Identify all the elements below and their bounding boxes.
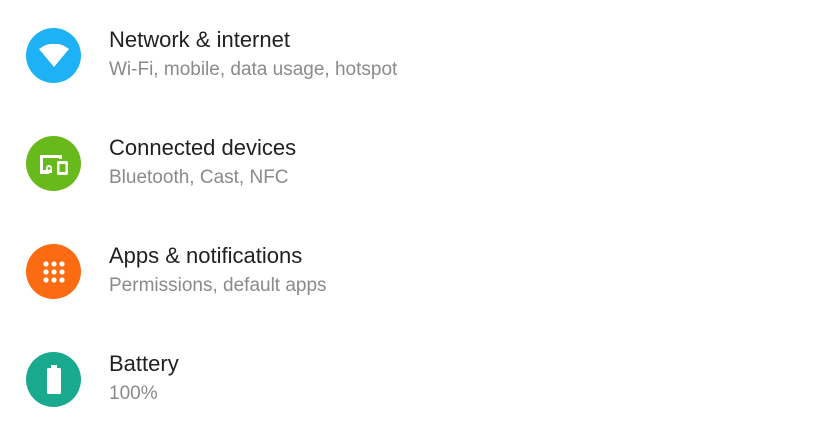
network-icon-circle bbox=[26, 28, 81, 83]
settings-item-subtitle: Permissions, default apps bbox=[109, 275, 327, 296]
wifi-icon bbox=[38, 43, 70, 68]
settings-item-subtitle: Wi-Fi, mobile, data usage, hotspot bbox=[109, 59, 398, 80]
connected-devices-icon-circle bbox=[26, 136, 81, 191]
settings-list: Network & internet Wi-Fi, mobile, data u… bbox=[0, 0, 822, 440]
apps-icon-circle bbox=[26, 244, 81, 299]
apps-grid-icon bbox=[42, 260, 66, 284]
devices-icon bbox=[38, 151, 70, 177]
settings-item-title: Battery bbox=[109, 351, 179, 376]
settings-item-title: Connected devices bbox=[109, 135, 297, 160]
settings-item-title: Apps & notifications bbox=[109, 243, 303, 268]
settings-item-network[interactable]: Network & internet Wi-Fi, mobile, data u… bbox=[0, 2, 822, 110]
battery-icon bbox=[46, 364, 62, 395]
settings-item-battery[interactable]: Battery 100% bbox=[0, 326, 822, 434]
settings-item-subtitle: Bluetooth, Cast, NFC bbox=[109, 167, 289, 188]
battery-icon-circle bbox=[26, 352, 81, 407]
settings-item-apps-notifications[interactable]: Apps & notifications Permissions, defaul… bbox=[0, 218, 822, 326]
settings-item-subtitle: 100% bbox=[109, 383, 158, 404]
settings-item-title: Network & internet bbox=[109, 27, 290, 52]
settings-item-connected-devices[interactable]: Connected devices Bluetooth, Cast, NFC bbox=[0, 110, 822, 218]
